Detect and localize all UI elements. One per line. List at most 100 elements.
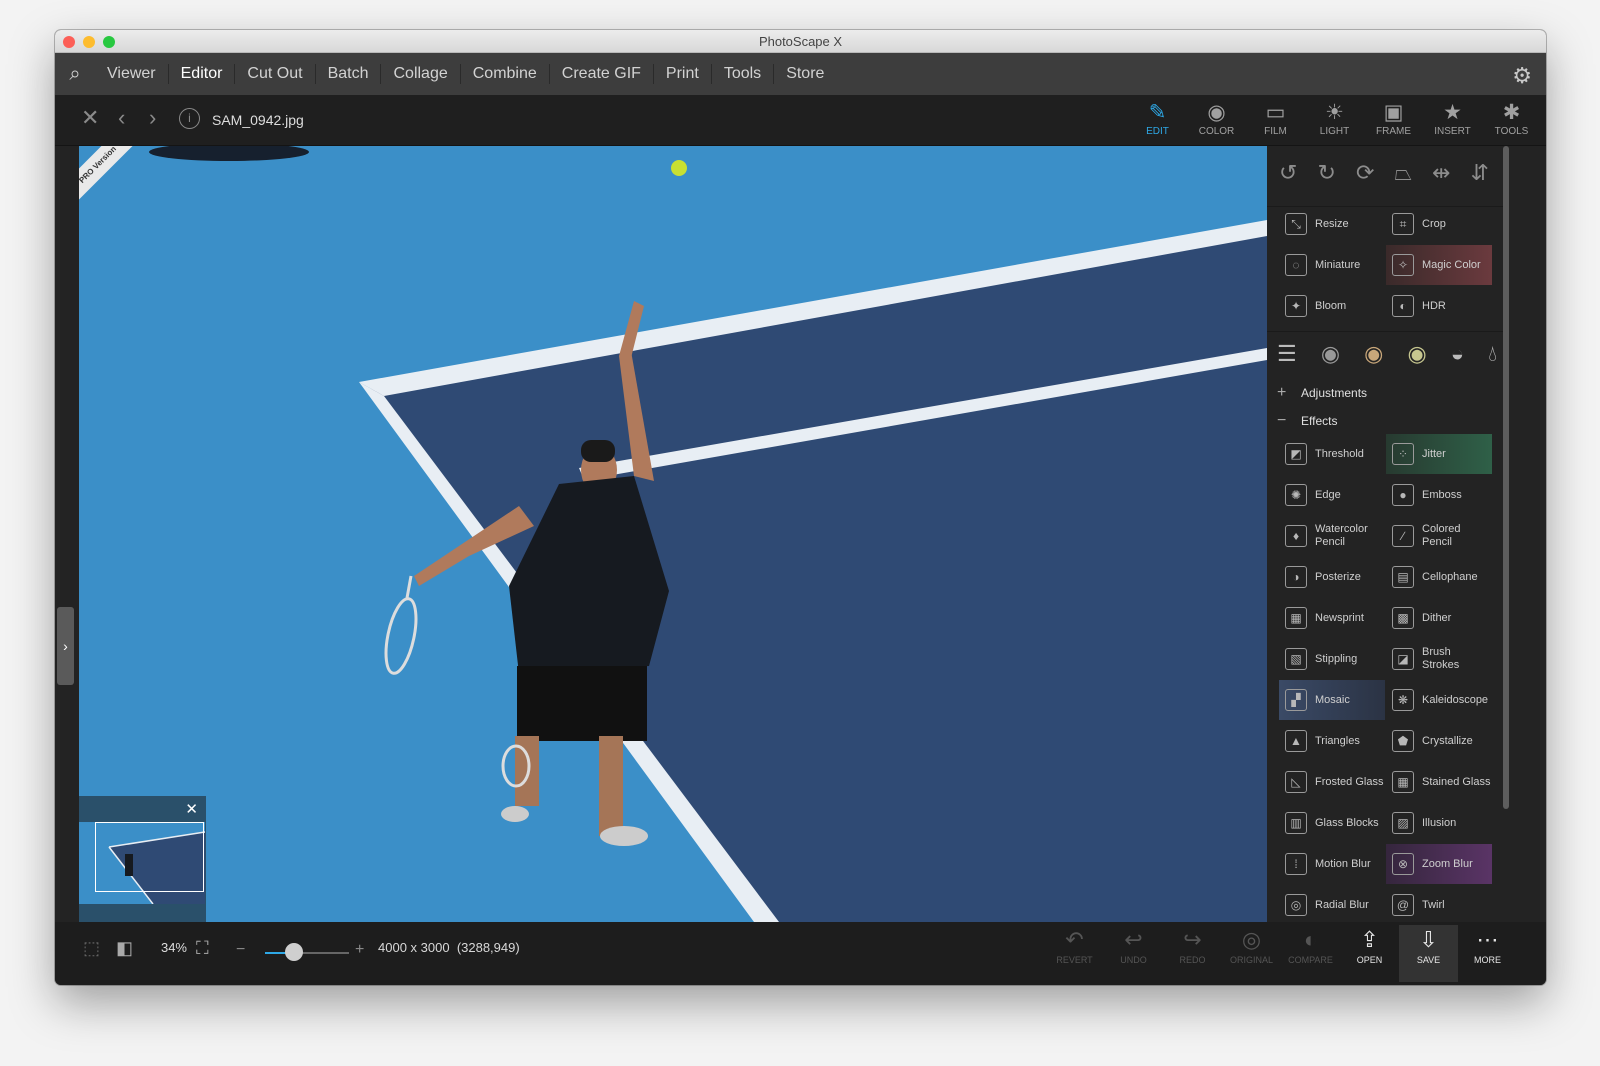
fit-screen-icon[interactable]: ⛶ — [196, 938, 209, 959]
illusion-button[interactable]: ▨ Illusion — [1386, 803, 1492, 843]
stippling-button[interactable]: ▧ Stippling — [1279, 639, 1385, 679]
zoom-out-icon[interactable]: − — [236, 941, 245, 959]
glass-blocks-button[interactable]: ▥ Glass Blocks — [1279, 803, 1385, 843]
preset-circle-icon[interactable]: ◉ — [1364, 341, 1383, 367]
resize-button[interactable]: ⤡ Resize — [1279, 204, 1385, 244]
brush-strokes-button[interactable]: ◪ Brush Strokes — [1386, 639, 1492, 679]
preset-circle-icon[interactable]: ◉ — [1407, 341, 1426, 367]
minimize-window-button[interactable] — [83, 36, 95, 48]
list-icon[interactable]: ☰ — [1277, 341, 1297, 367]
open-icon: ⇪ — [1360, 927, 1379, 952]
rotate-left-icon[interactable]: ↺ — [1279, 160, 1297, 186]
more-button[interactable]: ⋯ MORE — [1458, 925, 1517, 982]
photo-canvas[interactable]: PRO Version — [79, 146, 1267, 922]
jitter-button[interactable]: ⁘ Jitter — [1386, 434, 1492, 474]
zoom-window-button[interactable] — [103, 36, 115, 48]
compare-button[interactable]: ◐ COMPARE — [1281, 925, 1340, 982]
crop-button[interactable]: ⌗ Crop — [1386, 204, 1492, 244]
tab-film[interactable]: ▭ FILM — [1246, 95, 1305, 146]
action-label: COMPARE — [1288, 955, 1333, 965]
flip-horizontal-icon[interactable]: ⇹ — [1432, 160, 1450, 186]
split-view-icon[interactable]: ◧ — [116, 938, 133, 959]
magic-color-button[interactable]: ✧ Magic Color — [1386, 245, 1492, 285]
tab-tools[interactable]: ✱ TOOLS — [1482, 95, 1541, 146]
frosted-glass-button[interactable]: ◺ Frosted Glass — [1279, 762, 1385, 802]
triangles-button[interactable]: ▲ Triangles — [1279, 721, 1385, 761]
cellophane-button[interactable]: ▤ Cellophane — [1386, 557, 1492, 597]
info-icon[interactable]: i — [179, 108, 200, 129]
hdr-button[interactable]: ◐ HDR — [1386, 286, 1492, 326]
zoom-slider-knob[interactable] — [285, 943, 303, 961]
edge-button[interactable]: ✺ Edge — [1279, 475, 1385, 515]
settings-gear-icon[interactable]: ⚙ — [1512, 63, 1532, 89]
threshold-button[interactable]: ◩ Threshold — [1279, 434, 1385, 474]
button-label: Crop — [1422, 217, 1446, 230]
zoom-slider[interactable] — [265, 943, 349, 961]
menu-item-batch[interactable]: Batch — [314, 64, 381, 84]
menu-item-cut-out[interactable]: Cut Out — [234, 64, 314, 84]
bloom-button[interactable]: ✦ Bloom — [1279, 286, 1385, 326]
panel-scrollbar[interactable] — [1503, 146, 1509, 809]
zoom-blur-icon: ⊗ — [1392, 853, 1414, 875]
save-button[interactable]: ⇩ SAVE — [1399, 925, 1458, 982]
radial-blur-button[interactable]: ◎ Radial Blur — [1279, 885, 1385, 922]
close-image-icon[interactable]: ✕ — [81, 105, 99, 131]
crystallize-button[interactable]: ⬟ Crystallize — [1386, 721, 1492, 761]
newsprint-button[interactable]: ▦ Newsprint — [1279, 598, 1385, 638]
posterize-button[interactable]: ◑ Posterize — [1279, 557, 1385, 597]
tab-frame[interactable]: ▣ FRAME — [1364, 95, 1423, 146]
tab-color[interactable]: ◉ COLOR — [1187, 95, 1246, 146]
adjustments-section[interactable]: + Adjustments — [1267, 379, 1507, 407]
app-logo-icon[interactable]: ⌕ — [55, 53, 95, 95]
zoom-in-icon[interactable]: + — [355, 941, 364, 959]
navigator-viewport[interactable] — [95, 822, 204, 892]
tab-label: FILM — [1264, 126, 1287, 137]
tab-light[interactable]: ☀ LIGHT — [1305, 95, 1364, 146]
navigator-thumbnail[interactable]: ✕ — [79, 796, 206, 922]
stained-glass-button[interactable]: ▦ Stained Glass — [1386, 762, 1492, 802]
preset-circle-icon[interactable]: ◉ — [1321, 341, 1340, 367]
flip-vertical-icon[interactable]: ⇵ — [1471, 160, 1489, 186]
straighten-icon[interactable]: ⏢ — [1394, 160, 1412, 186]
close-window-button[interactable] — [63, 36, 75, 48]
button-label: Triangles — [1315, 734, 1360, 747]
zoom-blur-button[interactable]: ⊗ Zoom Blur — [1386, 844, 1492, 884]
previous-image-icon[interactable]: ‹ — [118, 105, 125, 131]
expand-sidebar-handle[interactable]: › — [57, 607, 74, 685]
button-label: Illusion — [1422, 816, 1457, 829]
rotate-right-icon[interactable]: ↻ — [1317, 160, 1335, 186]
preset-contrast-icon[interactable]: ◒ — [1451, 341, 1464, 367]
next-image-icon[interactable]: › — [149, 105, 156, 131]
kaleidoscope-button[interactable]: ❋ Kaleidoscope — [1386, 680, 1492, 720]
original-button[interactable]: ◎ ORIGINAL — [1222, 925, 1281, 982]
tab-edit[interactable]: ✎ EDIT — [1128, 95, 1187, 146]
tab-insert[interactable]: ★ INSERT — [1423, 95, 1482, 146]
revert-button[interactable]: ↶ REVERT — [1045, 925, 1104, 982]
menu-item-viewer[interactable]: Viewer — [95, 64, 168, 84]
more-icon: ⋯ — [1476, 927, 1499, 952]
miniature-button[interactable]: ◌ Miniature — [1279, 245, 1385, 285]
colored-pencil-button[interactable]: ∕ Colored Pencil — [1386, 516, 1492, 556]
menu-item-collage[interactable]: Collage — [380, 64, 459, 84]
watercolor-pencil-button[interactable]: ♦ Watercolor Pencil — [1279, 516, 1385, 556]
drop-icon[interactable]: 💧︎ — [1488, 341, 1497, 367]
emboss-button[interactable]: ● Emboss — [1386, 475, 1492, 515]
undo-button[interactable]: ↩ UNDO — [1104, 925, 1163, 982]
twirl-button[interactable]: @ Twirl — [1386, 885, 1492, 922]
redo-button[interactable]: ↪ REDO — [1163, 925, 1222, 982]
menu-item-editor[interactable]: Editor — [167, 64, 235, 84]
button-label: Newsprint — [1315, 611, 1364, 624]
menu-item-combine[interactable]: Combine — [459, 64, 549, 84]
selection-icon[interactable]: ⬚ — [83, 938, 100, 959]
menu-item-create-gif[interactable]: Create GIF — [548, 64, 653, 84]
motion-blur-button[interactable]: ⁞ Motion Blur — [1279, 844, 1385, 884]
close-navigator-icon[interactable]: ✕ — [185, 800, 198, 818]
dither-button[interactable]: ▩ Dither — [1386, 598, 1492, 638]
rotate-free-icon[interactable]: ⟳ — [1356, 160, 1374, 186]
mosaic-button[interactable]: ▞ Mosaic — [1279, 680, 1385, 720]
effects-section[interactable]: − Effects — [1267, 407, 1507, 435]
menu-item-store[interactable]: Store — [773, 64, 836, 84]
menu-item-print[interactable]: Print — [652, 64, 711, 84]
menu-item-tools[interactable]: Tools — [710, 64, 773, 84]
open-button[interactable]: ⇪ OPEN — [1340, 925, 1399, 982]
